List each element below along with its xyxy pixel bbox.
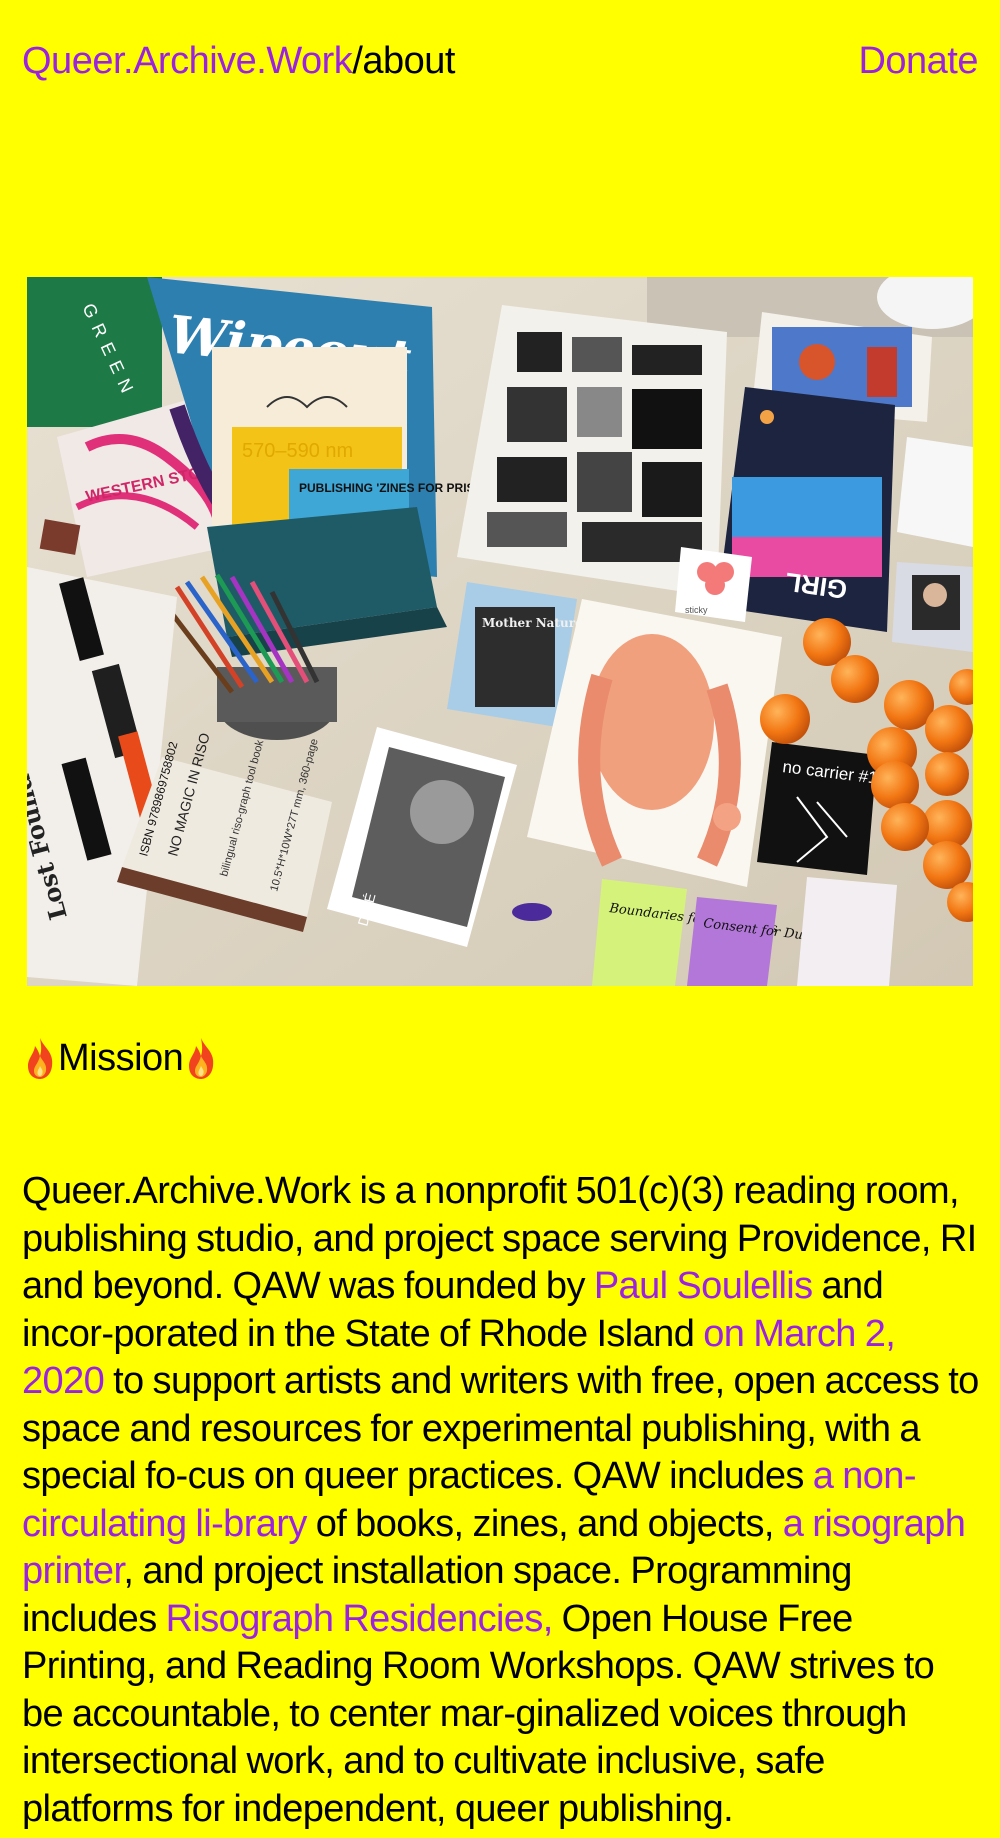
site-header: Queer.Archive.Work/about Donate bbox=[22, 36, 978, 86]
fire-emoji-icon bbox=[189, 1038, 214, 1079]
mission-heading: Mission bbox=[22, 1030, 219, 1086]
yellow-book-label: 570–590 nm bbox=[242, 440, 353, 462]
sketch-card bbox=[897, 437, 973, 547]
risograph-residencies-link[interactable]: Risograph Residencies, bbox=[166, 1598, 554, 1640]
hero-photo: GREEN WESTERN STORIES Wipeout 570–590 nm… bbox=[27, 277, 973, 986]
green-book: GREEN bbox=[27, 277, 162, 427]
mission-heading-label: Mission bbox=[58, 1036, 184, 1079]
purple-figurine bbox=[512, 903, 552, 921]
mission-text: of books, zines, and objects, bbox=[306, 1502, 783, 1545]
breadcrumb-current-page: /about bbox=[352, 39, 455, 82]
founder-link[interactable]: Paul Soulellis bbox=[594, 1265, 813, 1307]
breadcrumb: Queer.Archive.Work/about bbox=[22, 40, 455, 83]
flower-sticker-caption: sticky bbox=[685, 605, 708, 615]
mission-paragraph: Queer.Archive.Work is a nonprofit 501(c)… bbox=[22, 1168, 982, 1833]
brown-eraser bbox=[39, 519, 81, 555]
hero-photo-illustration: GREEN WESTERN STORIES Wipeout 570–590 nm… bbox=[27, 277, 973, 986]
small-zine bbox=[797, 877, 897, 986]
photo-pack bbox=[892, 562, 973, 652]
flower-sticker: sticky bbox=[675, 547, 752, 622]
donate-link[interactable]: Donate bbox=[858, 40, 978, 83]
fire-emoji-icon bbox=[28, 1038, 53, 1079]
site-home-link[interactable]: Queer.Archive.Work bbox=[22, 40, 353, 82]
no-carrier-zine: no carrier #1 bbox=[757, 742, 879, 875]
